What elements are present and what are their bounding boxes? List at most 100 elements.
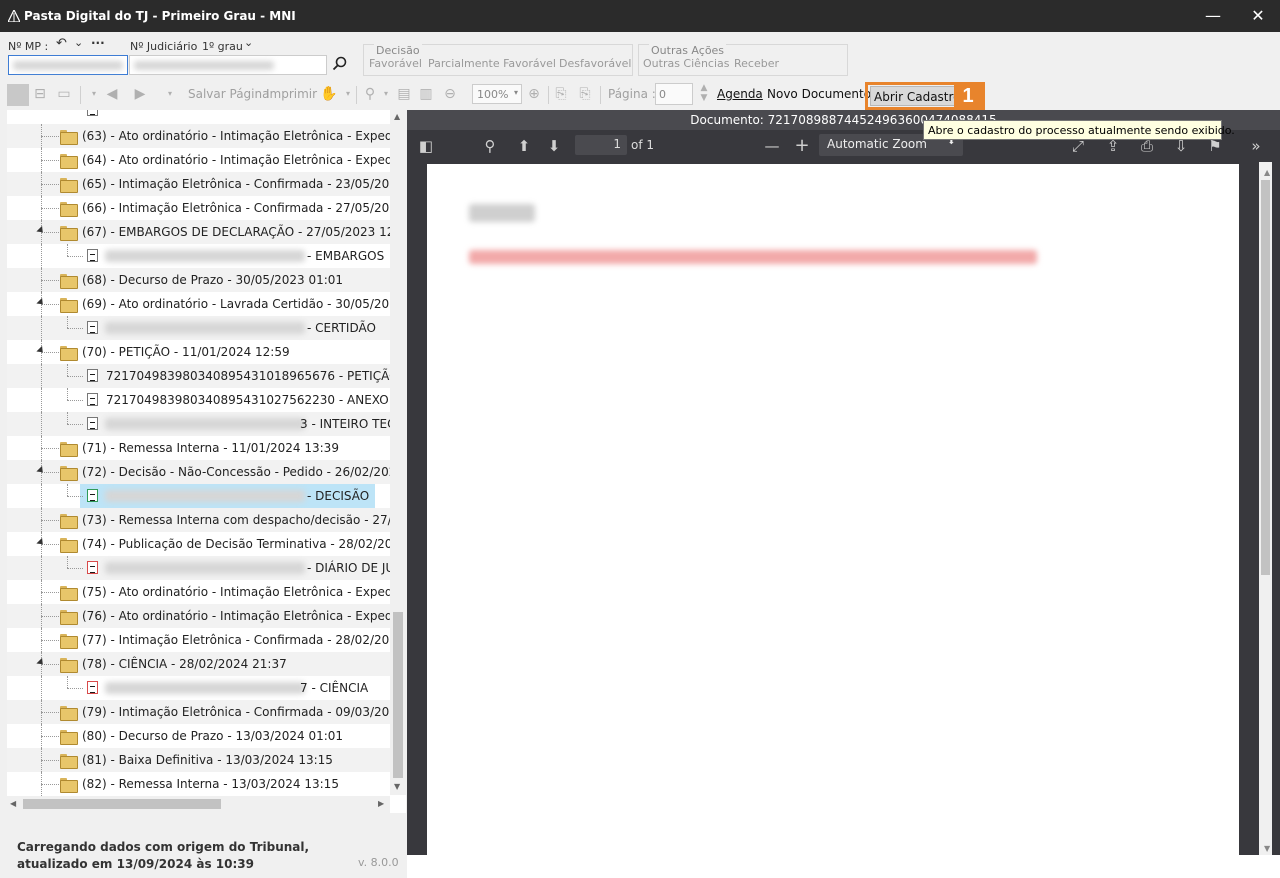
pdf-page-input[interactable]: 1	[575, 135, 627, 155]
tree-folder-row[interactable]: (66) - Intimação Eletrônica - Confirmada…	[7, 196, 406, 220]
next-page-icon[interactable]: ⬇	[545, 137, 563, 155]
page-stepper-icon[interactable]: ▲ ▼	[696, 83, 712, 103]
tree-folder-label: (78) - CIÊNCIA - 28/02/2024 21:37	[82, 657, 287, 671]
expand-collapse-icon[interactable]	[36, 465, 46, 476]
folder-icon	[60, 128, 78, 145]
zoom-in-icon[interactable]: ⊕	[526, 86, 542, 102]
zoom-tool-icon[interactable]: ⚲	[362, 86, 378, 102]
tree-folder-row[interactable]: (65) - Intimação Eletrônica - Confirmada…	[7, 172, 406, 196]
tree-folder-label: (67) - EMBARGOS DE DECLARAÇÃO - 27/05/20…	[82, 225, 406, 239]
tree-horizontal-scroll-thumb[interactable]	[23, 799, 221, 809]
chevron-down-icon[interactable]: ⌄	[74, 36, 83, 49]
tree-folder-row[interactable]: (74) - Publicação de Decisão Terminativa…	[7, 532, 406, 556]
tree-folder-row[interactable]: (73) - Remessa Interna com despacho/deci…	[7, 508, 406, 532]
outras-ciencias-button[interactable]: Outras Ciências	[643, 57, 730, 70]
tree-file-row[interactable]: 72170498398034089543101896​5676 - PETIÇÃ…	[7, 364, 399, 388]
tree-file-row[interactable]: 7 - CIÊNCIA	[7, 676, 390, 700]
tree-file-row[interactable]: 72170498398034089543102756​2230 - ANEXO	[7, 388, 390, 412]
pdf-vertical-scroll-thumb[interactable]	[1261, 180, 1270, 575]
pdf-search-icon[interactable]: ⚲	[481, 137, 499, 155]
collapse-tree-icon[interactable]: ⊟	[32, 86, 48, 102]
tree-folder-row[interactable]: (81) - Baixa Definitiva - 13/03/2024 13:…	[7, 748, 390, 772]
tree-folder-row[interactable]: (78) - CIÊNCIA - 28/02/2024 21:37	[7, 652, 390, 676]
scroll-right-icon[interactable]: ▶	[378, 799, 384, 808]
receber-button[interactable]: Receber	[734, 57, 779, 70]
nav-dropdown-icon[interactable]: ▾	[86, 86, 102, 102]
judiciario-input[interactable]	[129, 55, 327, 75]
tree-folder-label: (81) - Baixa Definitiva - 13/03/2024 13:…	[82, 753, 333, 767]
tree-folder-label: (65) - Intimação Eletrônica - Confirmada…	[82, 177, 406, 191]
desfavoravel-button[interactable]: Desfavorável	[559, 57, 631, 70]
pdf-zoom-in-icon[interactable]: +	[793, 137, 811, 155]
folder-icon	[60, 608, 78, 625]
favoravel-button[interactable]: Favorável	[369, 57, 422, 70]
rotate-right-icon[interactable]: ⎘	[577, 86, 593, 102]
tree-file-row[interactable]: - CERTIDÃO	[7, 316, 390, 340]
next-icon[interactable]: ▶	[132, 86, 148, 102]
expand-collapse-icon[interactable]	[36, 297, 46, 308]
tree-folder-row[interactable]: (70) - PETIÇÃO - 11/01/2024 12:59	[7, 340, 390, 364]
tree-file-row[interactable]: - DIÁRIO DE JU	[7, 556, 394, 580]
rotate-left-icon[interactable]: ⎘	[553, 86, 569, 102]
salvar-pagina-button[interactable]: Salvar Página	[188, 87, 269, 101]
scroll-up-icon[interactable]: ▲	[394, 112, 400, 121]
tree-vertical-scroll-thumb[interactable]	[393, 612, 403, 778]
tree-folder-row[interactable]: (67) - EMBARGOS DE DECLARAÇÃO - 27/05/20…	[7, 220, 406, 244]
tree-folder-row[interactable]: (68) - Decurso de Prazo - 30/05/2023 01:…	[7, 268, 390, 292]
tree-folder-row[interactable]: (80) - Decurso de Prazo - 13/03/2024 01:…	[7, 724, 390, 748]
fit-page-icon[interactable]: ▤	[396, 86, 412, 102]
tree-folder-row[interactable]: (69) - Ato ordinatório - Lavrada Certidã…	[7, 292, 406, 316]
tree-folder-row[interactable]: (63) - Ato ordinatório - Intimação Eletr…	[7, 124, 406, 148]
tree-folder-row[interactable]: (72) - Decisão - Não-Concessão - Pedido …	[7, 460, 406, 484]
minimize-button[interactable]: —	[1190, 0, 1236, 32]
more-icon[interactable]: ···	[91, 36, 105, 50]
tree-file-row[interactable]: 3 - INTEIRO TEO	[7, 412, 397, 436]
tree-folder-label: (75) - Ato ordinatório - Intimação Eletr…	[82, 585, 406, 599]
scroll-down-icon[interactable]: ▼	[394, 782, 400, 791]
tree-file-row[interactable]: - DECISÃO	[7, 484, 390, 508]
tree-view-icon[interactable]	[7, 84, 29, 106]
tree-folder-row[interactable]: (79) - Intimação Eletrônica - Confirmada…	[7, 700, 406, 724]
agenda-button[interactable]: Agenda	[717, 87, 763, 101]
scroll-left-icon[interactable]: ◀	[10, 799, 16, 808]
pdf-scroll-down-icon[interactable]: ▼	[1264, 844, 1270, 853]
tree-row-partial	[7, 110, 390, 122]
grau-dropdown-icon[interactable]: ⌄	[244, 36, 253, 49]
search-icon[interactable]	[332, 56, 348, 72]
file-icon	[87, 369, 98, 382]
parcialmente-favoravel-button[interactable]: Parcialmente Favorável	[428, 57, 556, 70]
hand-tool-icon[interactable]: ✋	[320, 86, 337, 102]
tree-folder-row[interactable]: (82) - Remessa Interna - 13/03/2024 13:1…	[7, 772, 390, 796]
undo-icon[interactable]: ↶	[56, 36, 67, 51]
tree-folder-row[interactable]: (71) - Remessa Interna - 11/01/2024 13:3…	[7, 436, 390, 460]
expand-collapse-icon[interactable]	[36, 345, 46, 356]
previous-page-icon[interactable]: ⬆	[515, 137, 533, 155]
previous-icon[interactable]: ◀	[104, 86, 120, 102]
fit-width-icon[interactable]: ▥	[418, 86, 434, 102]
zoom-out-icon[interactable]: ⊖	[442, 86, 458, 102]
expand-collapse-icon[interactable]	[36, 225, 46, 236]
tree-folder-row[interactable]: (64) - Ato ordinatório - Intimação Eletr…	[7, 148, 406, 172]
tools-menu-icon[interactable]: »	[1247, 137, 1265, 155]
abrir-cadastro-button[interactable]: Abrir Cadastro	[870, 86, 961, 106]
layout-icon[interactable]: ▭	[56, 86, 72, 102]
pdf-zoom-out-icon[interactable]: —	[763, 137, 781, 155]
expand-collapse-icon[interactable]	[36, 537, 46, 548]
pagina-input[interactable]: 0	[655, 83, 693, 105]
tree-folder-row[interactable]: (77) - Intimação Eletrônica - Confirmada…	[7, 628, 406, 652]
close-button[interactable]: ✕	[1235, 0, 1280, 32]
mp-input[interactable]	[8, 55, 128, 75]
hand-dropdown-icon[interactable]: ▾	[340, 86, 356, 102]
nav-more-icon[interactable]: ▾	[162, 86, 178, 102]
tree-folder-row[interactable]: (75) - Ato ordinatório - Intimação Eletr…	[7, 580, 406, 604]
zoom-tool-dropdown-icon[interactable]: ▾	[378, 86, 394, 102]
sidebar-toggle-icon[interactable]: ◧	[417, 137, 435, 155]
tree-folder-row[interactable]: (76) - Ato ordinatório - Intimação Eletr…	[7, 604, 406, 628]
tree-file-row[interactable]: - EMBARGOS	[7, 244, 390, 268]
zoom-select[interactable]: 100% ▾	[472, 84, 522, 104]
pdf-scroll-up-icon[interactable]: ▲	[1264, 168, 1270, 177]
main-toolbar: ⊟ ▭ ▾ ◀ ▶ ▾ Salvar Página Imprimir ✋ ▾ ⚲…	[0, 80, 1280, 110]
expand-collapse-icon[interactable]	[36, 657, 46, 668]
novo-documento-button[interactable]: Novo Documento	[767, 87, 871, 101]
imprimir-button[interactable]: Imprimir	[266, 87, 317, 101]
